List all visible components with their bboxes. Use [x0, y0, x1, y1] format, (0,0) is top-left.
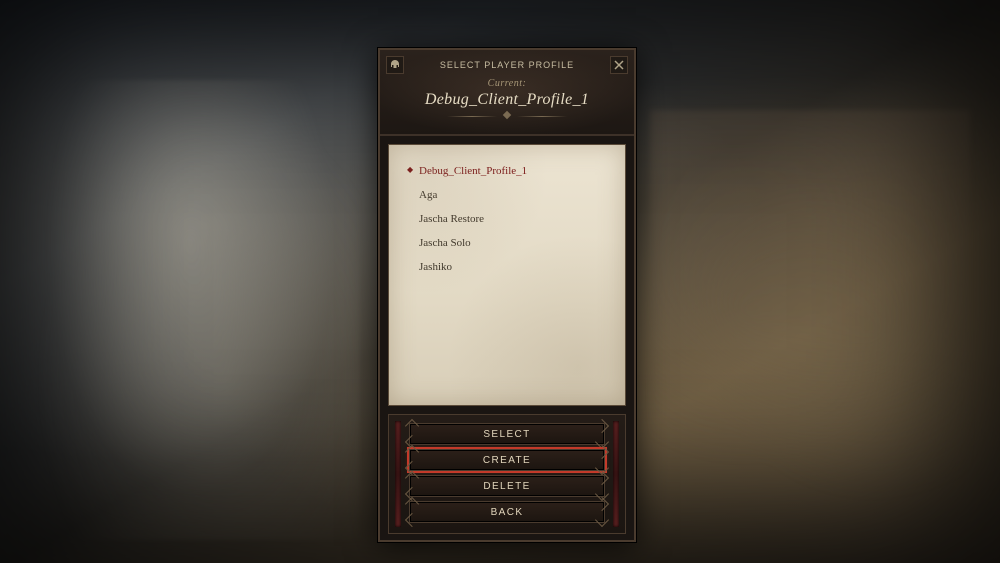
- button-label: DELETE: [483, 481, 530, 492]
- button-label: CREATE: [483, 455, 531, 466]
- delete-button[interactable]: DELETE: [409, 475, 605, 497]
- back-button[interactable]: BACK: [409, 501, 605, 523]
- profile-panel: SELECT PLAYER PROFILE Current: Debug_Cli…: [378, 48, 636, 542]
- current-label: Current:: [380, 78, 634, 89]
- background-statue: [20, 80, 360, 540]
- profile-item[interactable]: Aga: [407, 183, 607, 207]
- profile-item[interactable]: Jascha Solo: [407, 231, 607, 255]
- button-label: BACK: [491, 507, 524, 518]
- current-profile-name: Debug_Client_Profile_1: [380, 91, 634, 109]
- create-button[interactable]: CREATE: [409, 449, 605, 471]
- title-row: SELECT PLAYER PROFILE: [380, 54, 634, 76]
- panel-header: SELECT PLAYER PROFILE Current: Debug_Cli…: [380, 50, 634, 136]
- select-button[interactable]: SELECT: [409, 423, 605, 445]
- profile-item[interactable]: Jascha Restore: [407, 207, 607, 231]
- profile-list: Debug_Client_Profile_1 Aga Jascha Restor…: [388, 144, 626, 406]
- background-ruins: [650, 110, 970, 510]
- button-area: SELECT CREATE DELETE BACK: [388, 414, 626, 534]
- profile-item[interactable]: Jashiko: [407, 255, 607, 279]
- button-label: SELECT: [483, 429, 530, 440]
- divider-flourish: [447, 113, 567, 121]
- close-icon[interactable]: [610, 56, 628, 74]
- panel-title: SELECT PLAYER PROFILE: [404, 60, 610, 70]
- profile-item[interactable]: Debug_Client_Profile_1: [407, 159, 607, 183]
- helmet-icon[interactable]: [386, 56, 404, 74]
